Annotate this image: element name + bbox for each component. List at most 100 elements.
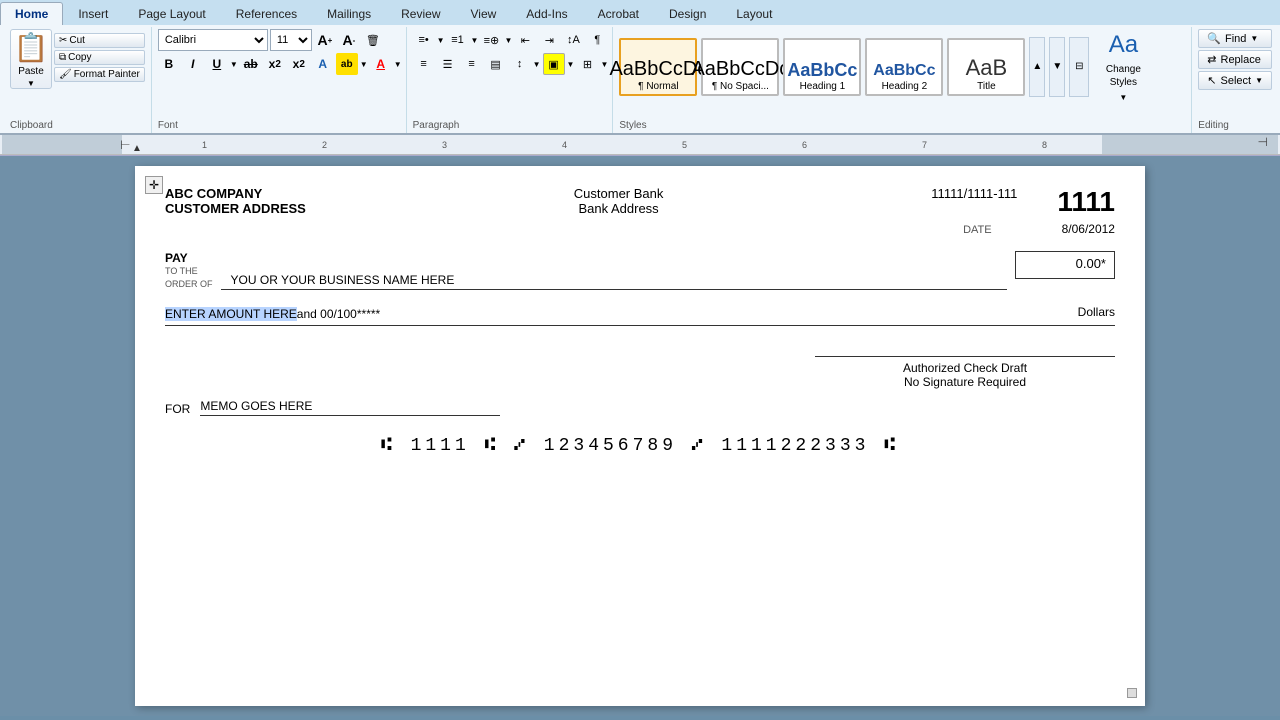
select-dropdown[interactable]: ▼ — [1255, 76, 1263, 85]
check-number-area: 11111/1111-111 1111 DATE 8/06/2012 — [931, 186, 1115, 236]
increase-indent-button[interactable]: ⇥ — [538, 29, 560, 51]
find-button[interactable]: 🔍 Find ▼ — [1198, 29, 1272, 48]
tab-insert[interactable]: Insert — [63, 2, 123, 25]
pay-section: PAY TO THE ORDER OF YOU OR YOUR BUSINESS… — [165, 251, 1115, 290]
align-right-button[interactable]: ≡ — [461, 53, 483, 75]
bullets-dropdown[interactable]: ▼ — [437, 36, 445, 45]
style-title-button[interactable]: AaB Title — [947, 38, 1025, 96]
decrease-font-button[interactable]: A- — [338, 29, 360, 51]
change-styles-dropdown[interactable]: ▼ — [1119, 93, 1127, 102]
dollars-label: Dollars — [1078, 305, 1115, 321]
line-spacing-dropdown[interactable]: ▼ — [533, 60, 541, 69]
justify-button[interactable]: ▤ — [485, 53, 507, 75]
clipboard-group: 📋 Paste ▼ ✂Cut ⧉Copy 🖌Format Painter Cli… — [4, 27, 152, 133]
amount-box[interactable]: 0.00* — [1015, 251, 1115, 279]
clear-formatting-button[interactable]: 🗑 — [362, 29, 384, 51]
styles-scroll-down[interactable]: ▼ — [1049, 37, 1065, 97]
resize-handle[interactable] — [1127, 688, 1137, 698]
text-effects-button[interactable]: A — [312, 53, 334, 75]
ruler-indent[interactable]: ▲ — [132, 143, 142, 154]
strikethrough-button[interactable]: ab — [240, 53, 262, 75]
show-formatting-button[interactable]: ¶ — [586, 29, 608, 51]
font-color-dropdown[interactable]: ▼ — [394, 60, 402, 69]
tab-references[interactable]: References — [221, 2, 312, 25]
change-styles-button[interactable]: Aa ChangeStyles ▼ — [1093, 29, 1153, 104]
editing-group-label: Editing — [1198, 120, 1229, 131]
select-button[interactable]: ↖ Select ▼ — [1198, 71, 1272, 90]
borders-button[interactable]: ⊞ — [576, 53, 598, 75]
tab-design[interactable]: Design — [654, 2, 721, 25]
numbering-dropdown[interactable]: ▼ — [471, 36, 479, 45]
company-name: ABC COMPANY — [165, 186, 306, 201]
select-icon: ↖ — [1207, 74, 1216, 87]
shading-dropdown[interactable]: ▼ — [567, 60, 575, 69]
borders-dropdown[interactable]: ▼ — [600, 60, 608, 69]
font-size-select[interactable]: 11 — [270, 29, 312, 51]
for-label: FOR — [165, 402, 190, 416]
pay-to-label-1: TO THE — [165, 265, 213, 278]
cut-button[interactable]: ✂Cut — [54, 33, 145, 48]
tab-page-layout[interactable]: Page Layout — [123, 2, 220, 25]
tab-acrobat[interactable]: Acrobat — [583, 2, 654, 25]
paste-dropdown-icon[interactable]: ▼ — [27, 79, 35, 88]
increase-font-button[interactable]: A+ — [314, 29, 336, 51]
font-group-label: Font — [158, 120, 178, 131]
highlight-dropdown[interactable]: ▼ — [360, 60, 368, 69]
micr-line: ⑆ 1111 ⑆ ⑇ 123456789 ⑇ 1111222333 ⑆ — [165, 436, 1115, 456]
style-normal-button[interactable]: AaBbCcDc ¶ Normal — [619, 38, 697, 96]
check-document: ✛ ABC COMPANY CUSTOMER ADDRESS Customer … — [135, 166, 1145, 706]
line-spacing-button[interactable]: ↕ — [509, 53, 531, 75]
subscript-button[interactable]: x2 — [264, 53, 286, 75]
tab-review[interactable]: Review — [386, 2, 455, 25]
routing-area: 11111/1111-111 1111 — [931, 186, 1115, 218]
underline-dropdown[interactable]: ▼ — [230, 60, 238, 69]
tab-bar: Home Insert Page Layout References Maili… — [0, 0, 1280, 25]
shading-button[interactable]: ▣ — [543, 53, 565, 75]
styles-more-button[interactable]: ⊟ — [1069, 37, 1089, 97]
company-info: ABC COMPANY CUSTOMER ADDRESS — [165, 186, 306, 216]
bullets-button[interactable]: ≡• — [413, 29, 435, 51]
style-heading2-button[interactable]: AaBbCc Heading 2 — [865, 38, 943, 96]
payee-line[interactable]: YOU OR YOUR BUSINESS NAME HERE — [221, 273, 1007, 290]
style-nospace-button[interactable]: AaBbCcDc ¶ No Spaci... — [701, 38, 779, 96]
numbering-button[interactable]: ≡1 — [447, 29, 469, 51]
multilevel-dropdown[interactable]: ▼ — [504, 36, 512, 45]
signature-area: Authorized Check Draft No Signature Requ… — [165, 356, 1115, 389]
styles-scroll-up[interactable]: ▲ — [1029, 37, 1045, 97]
bold-button[interactable]: B — [158, 53, 180, 75]
paste-button[interactable]: 📋 Paste ▼ — [10, 29, 52, 89]
style-heading1-button[interactable]: AaBbCc Heading 1 — [783, 38, 861, 96]
find-dropdown[interactable]: ▼ — [1250, 34, 1258, 43]
align-left-button[interactable]: ≡ — [413, 53, 435, 75]
font-color-button[interactable]: A — [370, 53, 392, 75]
editing-group: 🔍 Find ▼ ⇄ Replace ↖ Select ▼ Editing — [1194, 27, 1276, 133]
superscript-button[interactable]: x2 — [288, 53, 310, 75]
replace-button[interactable]: ⇄ Replace — [1198, 50, 1272, 69]
amount-words-highlighted[interactable]: ENTER AMOUNT HERE — [165, 307, 297, 321]
styles-group-label: Styles — [619, 120, 646, 131]
format-painter-button[interactable]: 🖌Format Painter — [54, 67, 145, 82]
font-name-select[interactable]: Calibri — [158, 29, 268, 51]
ruler-marker-left[interactable]: ⊢ — [120, 138, 130, 152]
decrease-indent-button[interactable]: ⇤ — [514, 29, 536, 51]
tab-view[interactable]: View — [456, 2, 512, 25]
amount-words-rest: and 00/100***** — [297, 307, 380, 321]
tab-add-ins[interactable]: Add-Ins — [511, 2, 582, 25]
memo-line[interactable]: MEMO GOES HERE — [200, 399, 500, 416]
tab-home[interactable]: Home — [0, 2, 63, 25]
bank-address: Bank Address — [574, 201, 664, 216]
sort-button[interactable]: ↕A — [562, 29, 584, 51]
multilevel-list-button[interactable]: ≡⊕ — [480, 29, 502, 51]
ruler: ⊢ ▲ 1 2 3 4 5 6 7 8 ⊣ — [0, 135, 1280, 155]
move-handle[interactable]: ✛ — [145, 176, 163, 194]
ruler-marker-right[interactable]: ⊣ — [1258, 135, 1268, 149]
highlight-color-button[interactable]: ab — [336, 53, 358, 75]
italic-button[interactable]: I — [182, 53, 204, 75]
align-center-button[interactable]: ☰ — [437, 53, 459, 75]
date-label: DATE — [963, 224, 992, 236]
tab-mailings[interactable]: Mailings — [312, 2, 386, 25]
paragraph-group-label: Paragraph — [413, 120, 460, 131]
tab-layout[interactable]: Layout — [721, 2, 787, 25]
copy-button[interactable]: ⧉Copy — [54, 50, 145, 65]
underline-button[interactable]: U — [206, 53, 228, 75]
